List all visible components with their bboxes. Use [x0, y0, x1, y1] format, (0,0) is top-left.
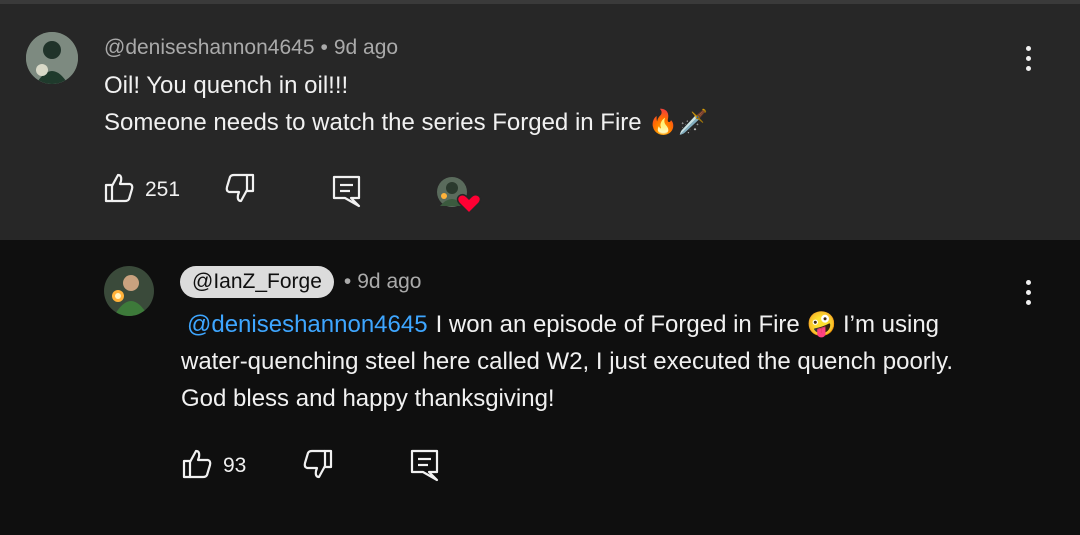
more-icon[interactable] [1018, 44, 1038, 74]
creator-heart [436, 176, 482, 216]
dislike-button[interactable] [302, 448, 334, 485]
like-count: 93 [223, 454, 247, 477]
comment-text: Oil! You quench in oil!!! Someone needs … [104, 67, 708, 141]
comment-line: Someone needs to watch the series Forged… [104, 109, 709, 136]
comment-line: God bless and happy thanksgiving! [181, 385, 555, 412]
reply-button[interactable] [331, 174, 363, 213]
like-button[interactable] [103, 172, 135, 209]
comment-meta: @IanZ_Forge • 9d ago [180, 266, 421, 298]
reply-button[interactable] [409, 448, 441, 487]
reply-icon [332, 175, 361, 208]
comment-line: Oil! You quench in oil!!! [104, 72, 349, 99]
avatar[interactable] [26, 32, 78, 84]
dislike-icon [225, 173, 255, 203]
mention-link[interactable]: @deniseshannon4645 [187, 311, 428, 338]
like-count: 251 [145, 178, 181, 201]
avatar[interactable] [104, 266, 154, 316]
comment-line: water-quenching steel here called W2, I … [181, 348, 954, 375]
comment-thread: @deniseshannon4645 • 9d ago Oil! You quenc… [0, 4, 1080, 240]
timestamp[interactable]: 9d ago [357, 270, 421, 293]
more-icon[interactable] [1018, 278, 1038, 308]
author-name[interactable]: @deniseshannon4645 [104, 36, 315, 59]
heart-icon [456, 193, 482, 215]
like-icon [104, 173, 134, 203]
comment-meta: @deniseshannon4645 • 9d ago [104, 36, 399, 59]
reply-icon [410, 449, 439, 482]
comment-text: @deniseshannon4645 I won an episode of Fo… [181, 306, 953, 417]
like-button[interactable] [181, 448, 213, 485]
like-icon [182, 449, 212, 479]
dislike-button[interactable] [224, 172, 256, 209]
dislike-icon [303, 449, 333, 479]
timestamp[interactable]: 9d ago [334, 36, 398, 59]
reply-thread: @IanZ_Forge • 9d ago @deniseshannon4645 I w… [0, 240, 1080, 535]
author-name[interactable]: @IanZ_Forge [180, 266, 334, 298]
comment-line: I won an episode of Forged in Fire 🤪 I’m… [435, 311, 940, 338]
